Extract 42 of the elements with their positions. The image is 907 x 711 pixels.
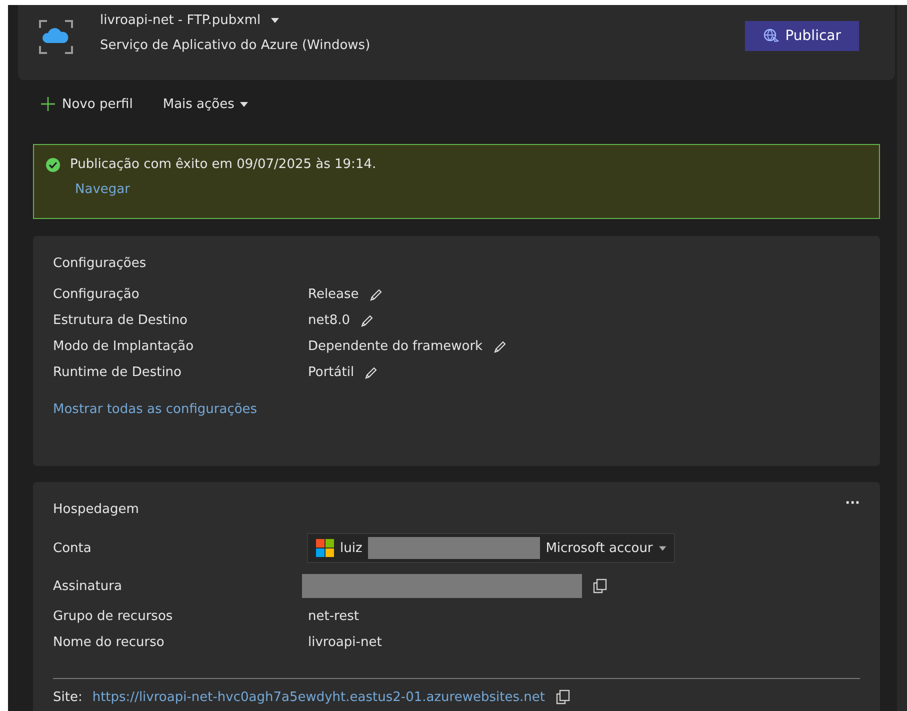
more-actions-button[interactable]: Mais ações <box>162 96 248 112</box>
setting-value: net8.0 <box>308 313 350 328</box>
site-link[interactable]: https://livroapi-net-hvc0agh7a5ewdyht.eastus2-01.azurewebsites.net <box>92 690 545 704</box>
plus-icon <box>40 96 56 112</box>
setting-value: Dependente do framework <box>308 339 483 354</box>
setting-value: Portátil <box>308 365 354 380</box>
setting-label: Estrutura de Destino <box>53 313 189 328</box>
site-label: Site: <box>53 690 82 704</box>
success-message: Publicação com êxito em 09/07/2025 às 19:14. <box>70 157 376 172</box>
setting-label: Runtime de Destino <box>53 365 182 380</box>
more-options-button[interactable]: ··· <box>845 496 860 517</box>
hosting-label: Assinatura <box>53 578 123 594</box>
hosting-label: Grupo de recursos <box>53 609 174 624</box>
edit-icon[interactable] <box>360 314 374 328</box>
hosting-label: Conta <box>53 540 92 556</box>
copy-icon[interactable] <box>592 578 608 594</box>
new-profile-button[interactable]: Novo perfil <box>40 96 133 112</box>
hosting-value: net-rest <box>308 609 360 624</box>
caret-icon[interactable] <box>270 18 279 23</box>
edit-icon[interactable] <box>364 366 378 380</box>
globe-icon <box>763 28 780 44</box>
navigate-link[interactable]: Navegar <box>75 182 867 197</box>
edit-icon[interactable] <box>492 340 507 354</box>
section-title: Configurações <box>53 256 146 271</box>
show-all-settings-link[interactable]: Mostrar todas as configurações <box>53 402 258 417</box>
hosting-value: livroapi-net <box>308 635 383 650</box>
profile-subtitle: Serviço de Aplicativo do Azure (Windows) <box>100 38 372 53</box>
setting-label: Modo de Implantação <box>53 339 195 354</box>
cloud-icon <box>38 19 74 55</box>
setting-value: Release <box>308 287 359 302</box>
microsoft-logo-icon <box>316 538 334 558</box>
edit-icon[interactable] <box>368 288 383 302</box>
hosting-label: Nome do recurso <box>53 635 166 650</box>
publish-button[interactable]: Publicar <box>745 21 859 51</box>
setting-label: Configuração <box>53 287 140 302</box>
section-title: Hospedagem <box>53 502 139 517</box>
caret-icon <box>658 546 666 550</box>
caret-icon <box>240 102 248 106</box>
profile-name[interactable]: livroapi-net - FTP.pubxml <box>100 13 261 28</box>
account-dropdown[interactable]: luiz Microsoft accour <box>307 533 675 563</box>
check-icon <box>46 158 60 172</box>
copy-icon[interactable] <box>554 689 571 705</box>
